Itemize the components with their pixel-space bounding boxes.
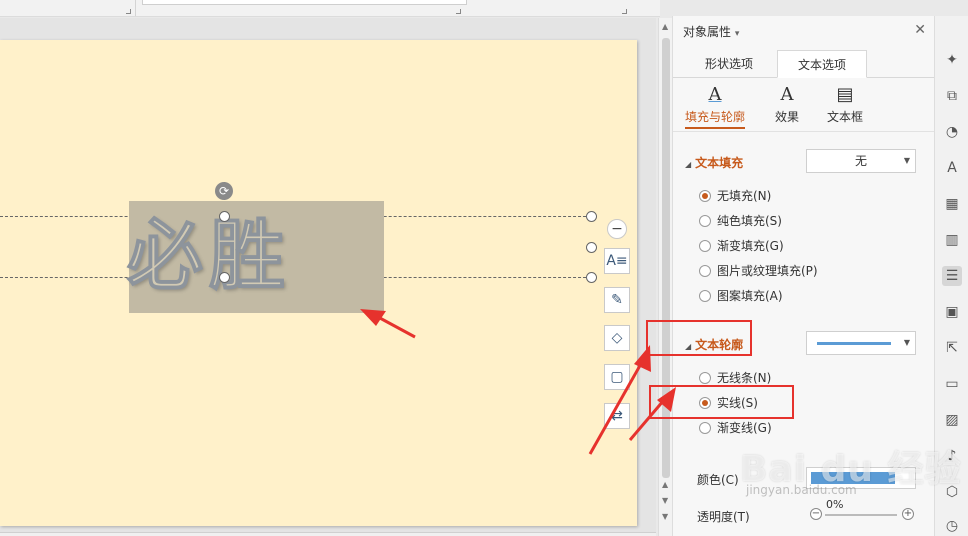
- resize-handle-top-right[interactable]: [586, 211, 597, 222]
- resize-handle-bottom-right[interactable]: [586, 272, 597, 283]
- color-label: 颜色(C): [697, 473, 739, 487]
- history-icon[interactable]: ◷: [942, 516, 962, 536]
- chevron-down-icon: ▼: [903, 338, 910, 347]
- annotation-box-solid-line: [649, 385, 794, 419]
- transparency-label: 透明度(T): [697, 510, 750, 524]
- radio-gradient-line[interactable]: 渐变线(G): [699, 420, 772, 436]
- resize-handle-right[interactable]: [586, 242, 597, 253]
- outline-icon[interactable]: ▢: [604, 364, 630, 390]
- transparency-value: 0%: [826, 498, 844, 511]
- scroll-down-icon[interactable]: ▼: [662, 512, 668, 521]
- tab-text-options[interactable]: 文本选项: [777, 50, 867, 78]
- minus-icon[interactable]: −: [607, 219, 627, 239]
- settings-icon[interactable]: ☰: [942, 266, 962, 286]
- close-icon[interactable]: ✕: [914, 22, 926, 38]
- archive-icon[interactable]: ▭: [942, 374, 962, 394]
- scroll-down-icon[interactable]: ▼: [662, 496, 668, 505]
- radio-pattern-fill[interactable]: 图案填充(A): [699, 288, 783, 304]
- radio-picture-fill[interactable]: 图片或纹理填充(P): [699, 263, 818, 279]
- transparency-slider[interactable]: [825, 514, 897, 516]
- slide-text[interactable]: 必胜: [126, 194, 291, 304]
- outline-style-dropdown[interactable]: ▼: [806, 331, 916, 355]
- radio-no-fill[interactable]: 无填充(N): [699, 188, 771, 204]
- tab-shape-options[interactable]: 形状选项: [691, 50, 767, 78]
- textbox-icon: ▤: [836, 84, 854, 105]
- panel-subtabs: A 填充与轮廓 A 效果 ▤ 文本框: [673, 82, 935, 132]
- subtab-label: 文本框: [826, 110, 863, 124]
- subtab-label: 效果: [774, 110, 799, 124]
- section-text-fill[interactable]: ◢ 文本填充: [685, 154, 743, 171]
- toolbar-input-field[interactable]: [142, 0, 467, 5]
- resize-handle-top[interactable]: [219, 211, 230, 222]
- scroll-up-icon[interactable]: ▲: [662, 480, 668, 489]
- chart-icon[interactable]: ▥: [942, 230, 962, 250]
- group-expand-icon[interactable]: [126, 9, 131, 14]
- replace-icon[interactable]: ⇄: [604, 403, 630, 429]
- image-icon[interactable]: ▣: [942, 302, 962, 322]
- text-icon[interactable]: A: [942, 158, 962, 178]
- vertical-scrollbar[interactable]: ▲ ▲ ▼ ▼: [658, 18, 672, 536]
- text-layout-icon[interactable]: A≡: [604, 248, 630, 274]
- minus-icon[interactable]: −: [810, 508, 822, 520]
- text-effect-icon: A: [780, 84, 794, 105]
- fill-icon[interactable]: ◇: [604, 325, 630, 351]
- subtab-textbox[interactable]: ▤ 文本框: [815, 82, 875, 125]
- toolbar-group: [0, 0, 136, 16]
- slide-bottom-border: [0, 532, 656, 536]
- pen-icon[interactable]: ✎: [604, 287, 630, 313]
- fill-dropdown[interactable]: 无 ▼: [806, 149, 916, 173]
- panel-tabs: 形状选项 文本选项: [673, 50, 935, 78]
- radio-gradient-fill[interactable]: 渐变填充(G): [699, 238, 784, 254]
- subtab-effects[interactable]: A 效果: [757, 82, 817, 125]
- resize-handle-center[interactable]: [219, 272, 230, 283]
- subtab-fill-outline[interactable]: A 填充与轮廓: [685, 82, 745, 129]
- group-expand-icon[interactable]: [622, 9, 627, 14]
- grid-icon[interactable]: ▦: [942, 194, 962, 214]
- radio-no-line[interactable]: 无线条(N): [699, 370, 771, 386]
- scroll-up-icon[interactable]: ▲: [662, 22, 668, 31]
- radio-solid-fill[interactable]: 纯色填充(S): [699, 213, 782, 229]
- chevron-down-icon: ▼: [903, 156, 910, 165]
- text-fill-icon: A: [708, 84, 722, 105]
- shapes-icon[interactable]: ◔: [942, 122, 962, 142]
- group-expand-icon[interactable]: [456, 9, 461, 14]
- collapse-triangle-icon: ◢: [685, 160, 692, 169]
- plus-icon[interactable]: +: [902, 508, 914, 520]
- pin-icon[interactable]: ✦: [942, 50, 962, 70]
- subtab-label: 填充与轮廓: [685, 110, 746, 124]
- baidu-watermark-url: jingyan.baidu.com: [746, 483, 857, 497]
- copy-icon[interactable]: ⧉: [942, 86, 962, 106]
- panel-title[interactable]: 对象属性 ▾: [683, 23, 739, 40]
- annotation-box-outline-title: [646, 320, 752, 356]
- picture-icon[interactable]: ▨: [942, 410, 962, 430]
- top-toolbar-strip: [0, 0, 660, 17]
- line-preview: [817, 342, 891, 345]
- rotate-handle-icon[interactable]: ⟳: [215, 182, 233, 200]
- share-icon[interactable]: ⇱: [942, 338, 962, 358]
